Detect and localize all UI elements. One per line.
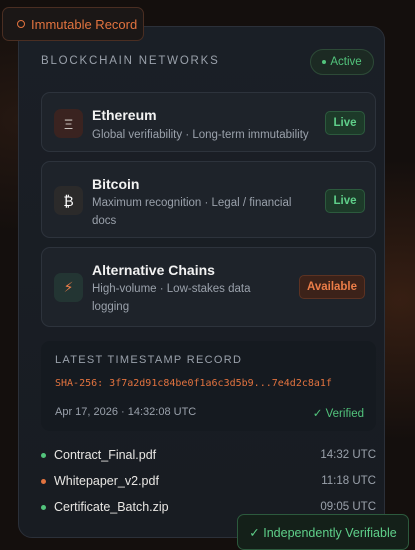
status-dot-icon (322, 60, 327, 64)
network-description-line2: logging (92, 301, 130, 313)
independently-verifiable-tag: ✓ Independently Verifiable (237, 514, 409, 550)
record-hash: SHA-256: 3f7a2d91c84be0f1a6c3d5b9...7e4d… (55, 378, 332, 389)
file-time: 09:05 UTC (320, 501, 376, 513)
immutable-record-label: Immutable Record (31, 16, 138, 32)
file-time: 14:32 UTC (320, 449, 376, 461)
file-status-dot-icon (41, 478, 46, 484)
panel-title: BLOCKCHAIN NETWORKS (41, 55, 220, 67)
network-name: Alternative Chains (92, 262, 215, 278)
network-description-line2: docs (92, 215, 117, 227)
file-name: Certificate_Batch.zip (54, 500, 169, 514)
verified-status: ✓ Verified (312, 408, 364, 420)
network-status-available: Available (299, 275, 365, 299)
file-status-dot-icon (41, 452, 46, 458)
network-card-bitcoin[interactable]: ₿ Bitcoin Maximum recognition · Legal / … (41, 161, 376, 238)
network-name: Ethereum (92, 107, 157, 123)
record-timestamp: Apr 17, 2026 · 14:32:08 UTC (55, 406, 197, 418)
ethereum-icon: Ξ (54, 109, 83, 138)
lightning-icon: ⚡ (54, 273, 83, 302)
network-description: Global verifiability · Long-term immutab… (92, 129, 309, 141)
latest-timestamp-record: LATEST TIMESTAMP RECORD SHA-256: 3f7a2d9… (41, 341, 376, 431)
file-name: Whitepaper_v2.pdf (54, 474, 159, 488)
file-status-dot-icon (41, 504, 46, 510)
network-description-line1: Maximum recognition · Legal / financial (92, 197, 292, 209)
bitcoin-icon: ₿ (54, 186, 83, 215)
file-list-item[interactable]: Contract_Final.pdf 14:32 UTC (41, 445, 376, 465)
network-card-ethereum[interactable]: Ξ Ethereum Global verifiability · Long-t… (41, 92, 376, 152)
circle-icon (17, 20, 25, 28)
file-time: 11:18 UTC (321, 475, 376, 487)
network-status-live: Live (325, 189, 365, 213)
file-list-item[interactable]: Whitepaper_v2.pdf 11:18 UTC (41, 471, 376, 491)
blockchain-networks-panel: BLOCKCHAIN NETWORKS Active Ξ Ethereum Gl… (18, 26, 385, 538)
network-status-live: Live (325, 111, 365, 135)
file-name: Contract_Final.pdf (54, 448, 157, 462)
immutable-record-tag: Immutable Record (2, 7, 144, 41)
status-badge: Active (310, 49, 374, 75)
record-label: LATEST TIMESTAMP RECORD (55, 354, 243, 366)
status-badge-label: Active (330, 56, 362, 68)
network-card-alternative-chains[interactable]: ⚡ Alternative Chains High-volume · Low-s… (41, 247, 376, 327)
network-name: Bitcoin (92, 176, 140, 192)
network-description-line1: High-volume · Low-stakes data (92, 283, 251, 295)
